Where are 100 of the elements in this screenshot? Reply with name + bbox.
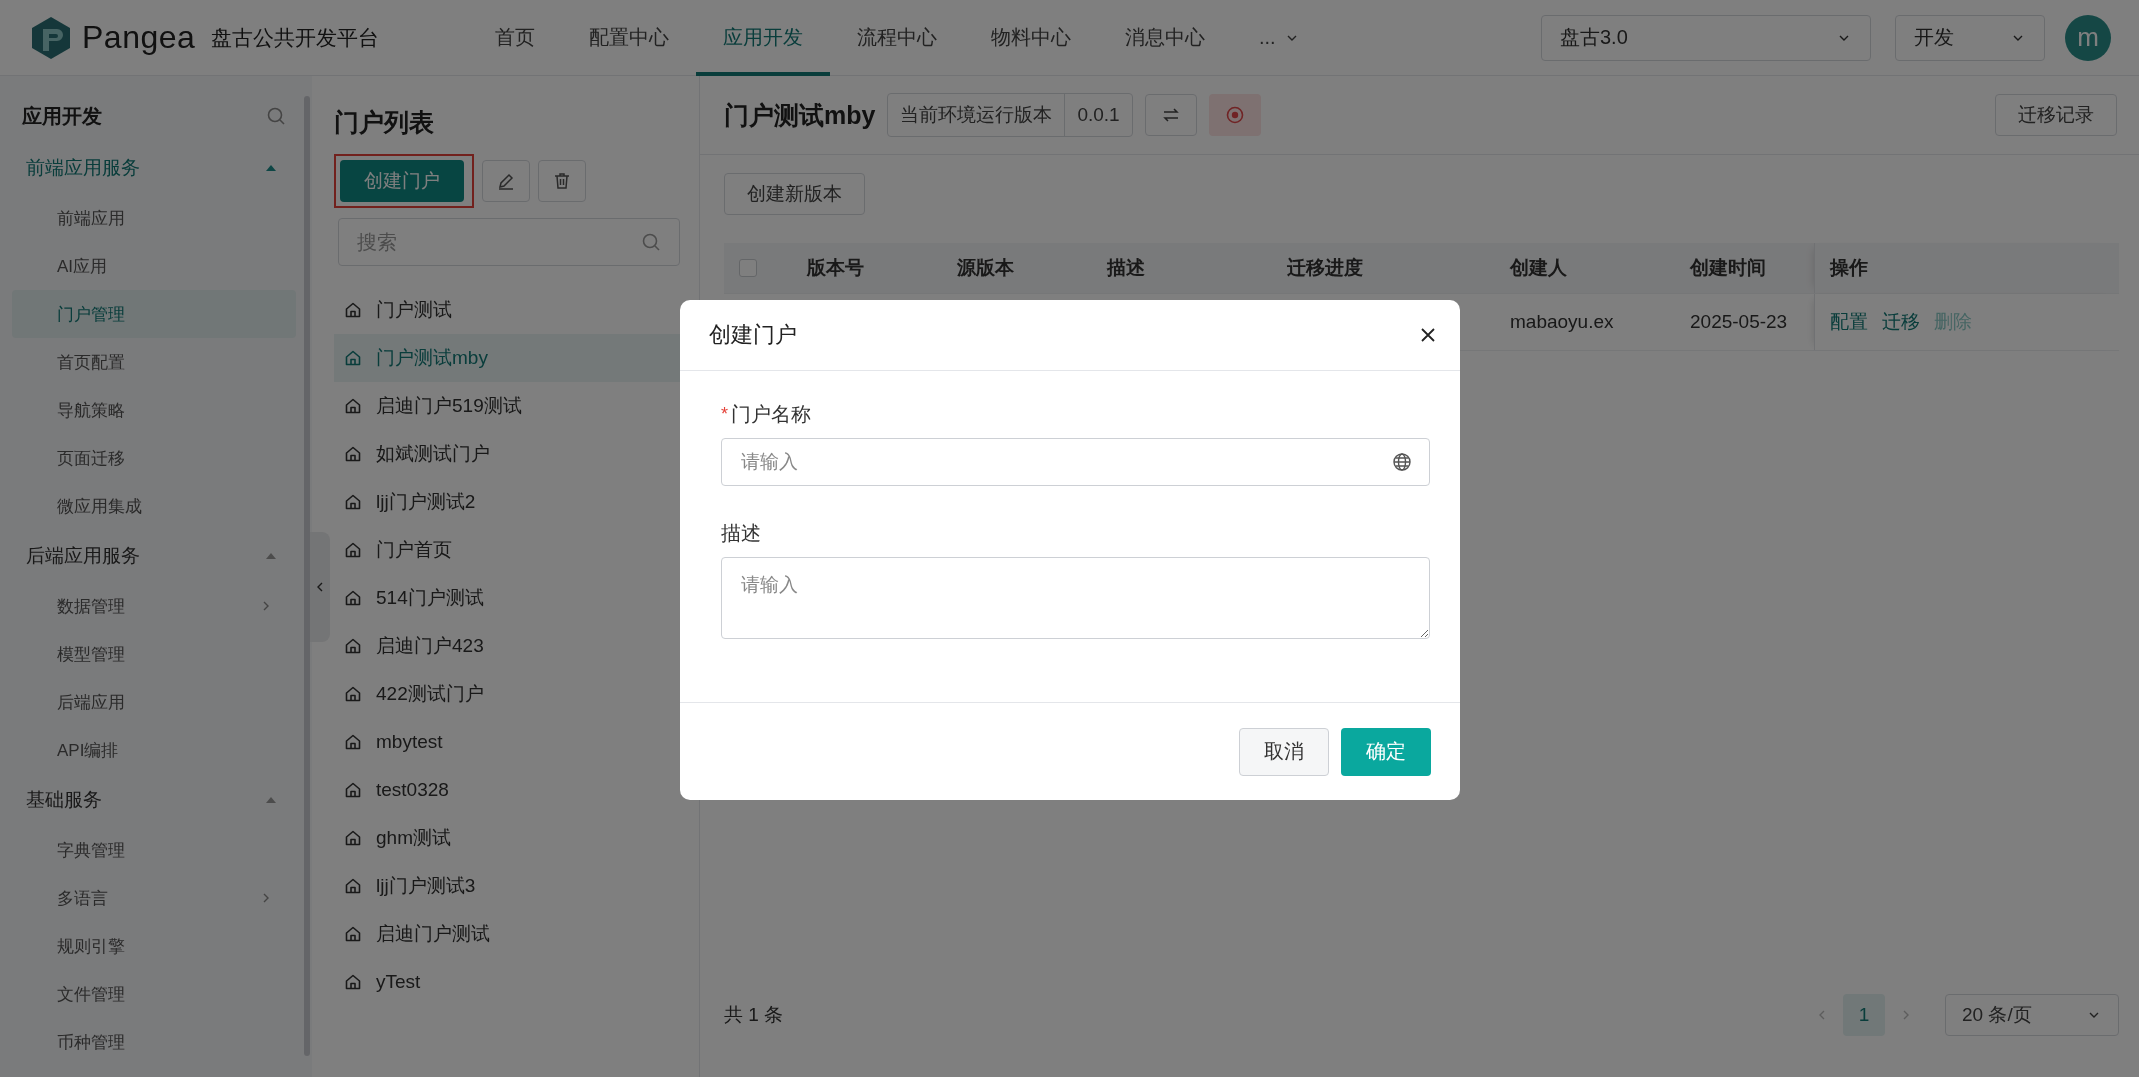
more-menu[interactable]: ... <box>1232 0 1327 76</box>
nav-tab[interactable]: 配置中心 <box>562 0 696 76</box>
stop-icon <box>1224 105 1245 125</box>
nav-tab[interactable]: 流程中心 <box>830 0 964 76</box>
portal-item[interactable]: 门户首页 <box>334 526 699 574</box>
sidebar-item[interactable]: 文件管理 <box>12 970 296 1018</box>
sidebar-item[interactable]: 门户管理 <box>12 290 296 338</box>
sidebar-item[interactable]: 币种管理 <box>12 1018 296 1066</box>
home-icon <box>344 733 362 751</box>
home-icon <box>344 781 362 799</box>
sidebar-item[interactable]: 页面迁移 <box>12 434 296 482</box>
column-header: 操作 <box>1830 256 1868 280</box>
nav-tab[interactable]: 首页 <box>468 0 562 76</box>
portal-item[interactable]: ghm测试 <box>334 814 699 862</box>
home-icon <box>344 637 362 655</box>
action-link[interactable]: 迁移 <box>1882 309 1920 335</box>
column-header: 版本号 <box>807 256 864 280</box>
sidebar-item[interactable]: 数据管理 <box>12 582 296 630</box>
name-field[interactable]: 请输入 <box>721 438 1430 486</box>
table-cell: mabaoyu.ex <box>1510 311 1614 333</box>
version-tag: 当前环境运行版本 0.0.1 <box>887 93 1133 137</box>
create-portal-button[interactable]: 创建门户 <box>340 160 464 202</box>
panel-title: 门户列表 <box>334 107 435 138</box>
brand-name: Pangea <box>82 19 196 56</box>
home-icon <box>344 493 362 511</box>
column-header: 创建时间 <box>1690 256 1766 280</box>
home-icon <box>344 829 362 847</box>
sidebar-item[interactable]: 首页配置 <box>12 338 296 386</box>
portal-item[interactable]: test0328 <box>334 766 699 814</box>
globe-icon <box>1392 452 1412 472</box>
user-avatar[interactable]: m <box>2065 14 2111 61</box>
home-icon <box>344 877 362 895</box>
home-icon <box>344 685 362 703</box>
sidebar-item[interactable]: 前端应用 <box>12 194 296 242</box>
sidebar-item[interactable]: 导航策略 <box>12 386 296 434</box>
portal-item[interactable]: 启迪门户519测试 <box>334 382 699 430</box>
home-icon <box>344 445 362 463</box>
project-select[interactable]: 盘古3.0 <box>1541 14 1871 61</box>
sidebar-item[interactable]: AI应用 <box>12 242 296 290</box>
page-button[interactable]: 1 <box>1843 994 1885 1036</box>
portal-item[interactable]: 如斌测试门户 <box>334 430 699 478</box>
home-icon <box>344 973 362 991</box>
column-header: 迁移进度 <box>1287 256 1363 280</box>
portal-item[interactable]: 启迪门户423 <box>334 622 699 670</box>
sidebar-item[interactable]: API编排 <box>12 726 296 774</box>
home-icon <box>344 925 362 943</box>
platform-name: 盘古公共开发平台 <box>211 24 380 51</box>
total-count: 共 1 条 <box>724 1003 784 1027</box>
sidebar-item[interactable]: 规则引擎 <box>12 922 296 970</box>
sidebar-group[interactable]: 前端应用服务 <box>12 142 296 194</box>
portal-item[interactable]: 启迪门户测试 <box>334 910 699 958</box>
home-icon <box>344 349 362 367</box>
sidebar-title: 应用开发 <box>22 103 102 129</box>
column-header: 创建人 <box>1510 256 1567 280</box>
select-all-checkbox[interactable] <box>739 259 757 277</box>
switch-button[interactable] <box>1144 94 1197 136</box>
action-link[interactable]: 配置 <box>1830 309 1868 335</box>
sidebar-item[interactable]: 字典管理 <box>12 826 296 874</box>
column-header: 描述 <box>1107 256 1145 280</box>
portal-item[interactable]: 514门户测试 <box>334 574 699 622</box>
sidebar-item[interactable]: 多语言 <box>12 874 296 922</box>
portal-item[interactable]: ljj门户测试3 <box>334 862 699 910</box>
search-icon <box>266 106 286 126</box>
field-label: 描述 <box>721 521 761 546</box>
portal-item[interactable]: 门户测试 <box>334 286 699 334</box>
page-size-select[interactable]: 20 条/页 <box>1945 994 2119 1036</box>
migration-history-button[interactable]: 迁移记录 <box>1995 94 2117 136</box>
portal-item[interactable]: 422测试门户 <box>334 670 699 718</box>
delete-button[interactable] <box>538 160 586 202</box>
description-field[interactable]: 请输入 <box>721 557 1430 639</box>
column-header: 源版本 <box>957 256 1014 280</box>
environment-select[interactable]: 开发 <box>1895 14 2045 61</box>
home-icon <box>344 397 362 415</box>
trash-icon <box>552 171 572 191</box>
sidebar-item[interactable]: 后端应用 <box>12 678 296 726</box>
pencil-icon <box>496 171 516 191</box>
portal-item[interactable]: mbytest <box>334 718 699 766</box>
portal-item[interactable]: yTest <box>334 958 699 1006</box>
dialog-title: 创建门户 <box>709 321 797 349</box>
portal-title: 门户测试mby <box>724 99 876 131</box>
nav-tab[interactable]: 物料中心 <box>964 0 1098 76</box>
close-icon[interactable] <box>1420 327 1436 343</box>
create-version-button[interactable]: 创建新版本 <box>724 173 865 215</box>
sidebar-item[interactable]: 微应用集成 <box>12 482 296 530</box>
collapse-handle[interactable] <box>310 532 330 642</box>
table-cell: 2025-05-23 <box>1690 311 1788 333</box>
stop-button[interactable] <box>1208 94 1261 136</box>
portal-item[interactable]: ljj门户测试2 <box>334 478 699 526</box>
sidebar-group[interactable]: 基础服务 <box>12 774 296 826</box>
sidebar-item[interactable]: 模型管理 <box>12 630 296 678</box>
sidebar-group[interactable]: 后端应用服务 <box>12 530 296 582</box>
field-label: 门户名称 <box>731 402 811 427</box>
edit-button[interactable] <box>482 160 530 202</box>
required-mark: * <box>721 404 728 425</box>
search-icon <box>641 232 661 252</box>
confirm-button[interactable]: 确定 <box>1341 727 1431 776</box>
cancel-button[interactable]: 取消 <box>1239 727 1329 776</box>
home-icon <box>344 541 362 559</box>
nav-tab[interactable]: 消息中心 <box>1098 0 1232 76</box>
home-icon <box>344 589 362 607</box>
